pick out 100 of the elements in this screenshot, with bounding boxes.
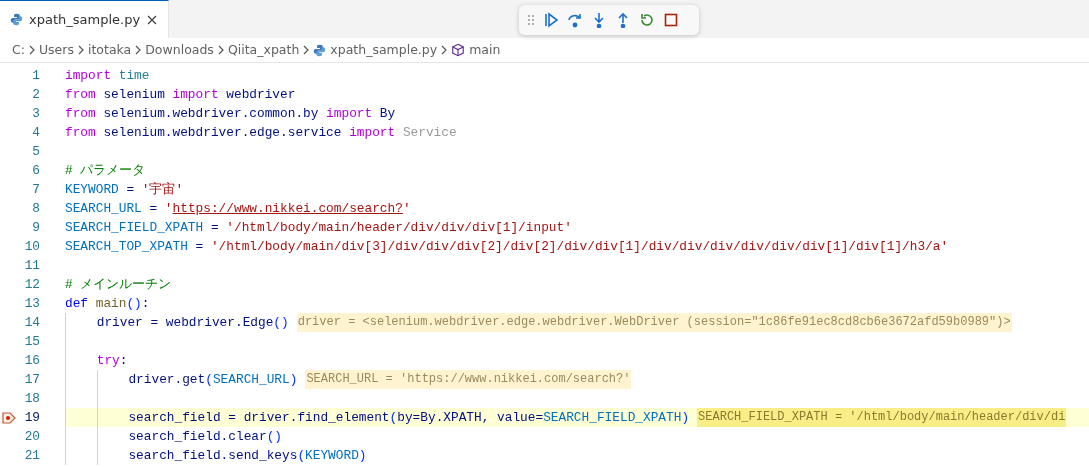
line-number: 5 <box>31 143 40 161</box>
breadcrumb-item[interactable]: Qiita_xpath <box>227 40 300 60</box>
code-token: search_field.send_keys <box>128 447 298 465</box>
code-token: driver.get <box>128 371 206 389</box>
line-number: 12 <box>23 276 40 294</box>
line-number: 19 <box>23 409 40 427</box>
chevron-icon <box>76 45 85 55</box>
chevron-icon <box>440 45 449 55</box>
code-token: '/html/body/main/header/div/div/div[1]/input' <box>226 219 572 237</box>
code-token: ) <box>358 447 367 465</box>
code-token: selenium <box>102 86 166 104</box>
code-token: # パラメータ <box>65 162 146 180</box>
code-token: import <box>326 105 373 123</box>
close-icon[interactable] <box>146 13 159 26</box>
code-token: = <box>209 219 220 237</box>
code-token: selenium.webdriver.edge.service <box>102 124 343 142</box>
breadcrumb-item[interactable]: C: <box>12 40 25 60</box>
code-token: ) <box>289 371 298 389</box>
line-number: 8 <box>31 200 40 218</box>
line-number: 10 <box>23 238 40 256</box>
line-number: 1 <box>31 67 40 85</box>
code-token: SEARCH_URL <box>212 371 290 389</box>
code-token: ' <box>402 200 411 218</box>
line-number: 7 <box>31 181 40 199</box>
drag-handle-icon[interactable] <box>527 14 535 26</box>
step-over-icon[interactable] <box>567 12 583 28</box>
cube-icon <box>451 43 466 57</box>
chevron-icon <box>27 45 36 55</box>
line-number: 11 <box>23 257 40 275</box>
code-token: from <box>65 105 96 123</box>
line-number: 17 <box>23 371 40 389</box>
breadcrumb-item[interactable]: itotaka <box>87 40 132 60</box>
code-token: = <box>125 181 136 199</box>
code-token: By <box>378 105 396 123</box>
breadcrumb-item[interactable]: Users <box>38 40 74 60</box>
line-number: 16 <box>23 352 40 370</box>
code-token: selenium.webdriver.common.by <box>102 105 320 123</box>
code-token: ) <box>681 409 690 427</box>
code-token: # メインルーチン <box>65 276 172 294</box>
code-token: by=By.XPATH, value= <box>397 409 544 427</box>
code-token: Service <box>402 124 457 142</box>
code-token: from <box>65 86 96 104</box>
line-number: 18 <box>23 390 40 408</box>
code-token: import <box>172 86 219 104</box>
code-token: ( <box>297 447 306 465</box>
code-token: '/html/body/main/div[3]/div/div/div[2]/div[2]/div/div[1]/div/div/div/div/div/div[1]/div[1]/h3/a' <box>210 238 949 256</box>
chevron-icon <box>302 45 311 55</box>
code-token: SEARCH_URL <box>65 200 142 218</box>
breadcrumb-item[interactable]: xpath_sample.py <box>330 40 438 60</box>
code-token: import <box>349 124 397 142</box>
line-number: 14 <box>23 314 40 332</box>
code-token: KEYWORD <box>305 447 359 465</box>
line-number: 20 <box>23 428 40 446</box>
breadcrumb-item[interactable]: main <box>469 40 501 60</box>
code-token: = <box>194 238 205 256</box>
tab-label: xpath_sample.py <box>29 10 141 29</box>
step-into-icon[interactable] <box>591 12 607 28</box>
inline-value: SEARCH_URL = 'https://www.nikkei.com/search?' <box>305 370 632 389</box>
code-token: from <box>65 124 96 142</box>
line-number: 2 <box>31 86 40 104</box>
code-link[interactable]: https://www.nikkei.com/search? <box>172 199 403 218</box>
code-token: try <box>96 352 120 370</box>
restart-icon[interactable] <box>639 12 655 28</box>
chevron-icon <box>216 45 225 55</box>
breadcrumb-item[interactable]: Downloads <box>145 40 214 60</box>
line-number: 4 <box>31 124 40 142</box>
code-token: ( <box>205 371 213 389</box>
continue-icon[interactable] <box>543 12 559 28</box>
code-token: ( <box>389 409 398 427</box>
code-token: import <box>65 67 113 85</box>
code-token: : <box>119 352 128 370</box>
line-number: 9 <box>31 219 40 237</box>
code-token: webdriver <box>225 86 296 104</box>
python-icon <box>313 43 327 57</box>
code-token: ' <box>164 200 173 218</box>
code-token: search_field.clear <box>128 428 267 446</box>
editor-tab[interactable]: xpath_sample.py <box>0 0 170 38</box>
code-token: '宇宙' <box>141 181 184 199</box>
inline-value: driver = <selenium.webdriver.edge.webdriver.WebDriver (session="1c86fe91ec8cd8cb6e3672afd59b0989")> <box>296 313 1012 332</box>
breakpoint-icon[interactable] <box>2 411 16 424</box>
line-number: 15 <box>23 333 40 351</box>
code-token: SEARCH_FIELD_XPATH <box>65 219 204 237</box>
code-token: : <box>141 295 150 313</box>
code-token: () <box>126 295 142 313</box>
code-token: = <box>148 200 159 218</box>
line-number: 13 <box>23 295 40 313</box>
python-icon <box>10 13 23 26</box>
chevron-icon <box>134 45 143 55</box>
line-number: 21 <box>23 447 40 465</box>
code-token: SEARCH_FIELD_XPATH <box>543 409 682 427</box>
stop-icon[interactable] <box>663 12 679 28</box>
code-token: () <box>266 428 283 446</box>
code-token: search_field = driver.find_element <box>128 409 390 427</box>
code-token: SEARCH_TOP_XPATH <box>65 238 188 256</box>
line-number: 3 <box>31 105 40 123</box>
inline-value: SEARCH_FIELD_XPATH = '/html/body/main/header/div/di <box>697 408 1067 427</box>
line-number: 6 <box>31 162 40 180</box>
code-token: def <box>65 295 90 313</box>
code-token: main <box>95 295 127 313</box>
code-token: KEYWORD <box>65 181 119 199</box>
